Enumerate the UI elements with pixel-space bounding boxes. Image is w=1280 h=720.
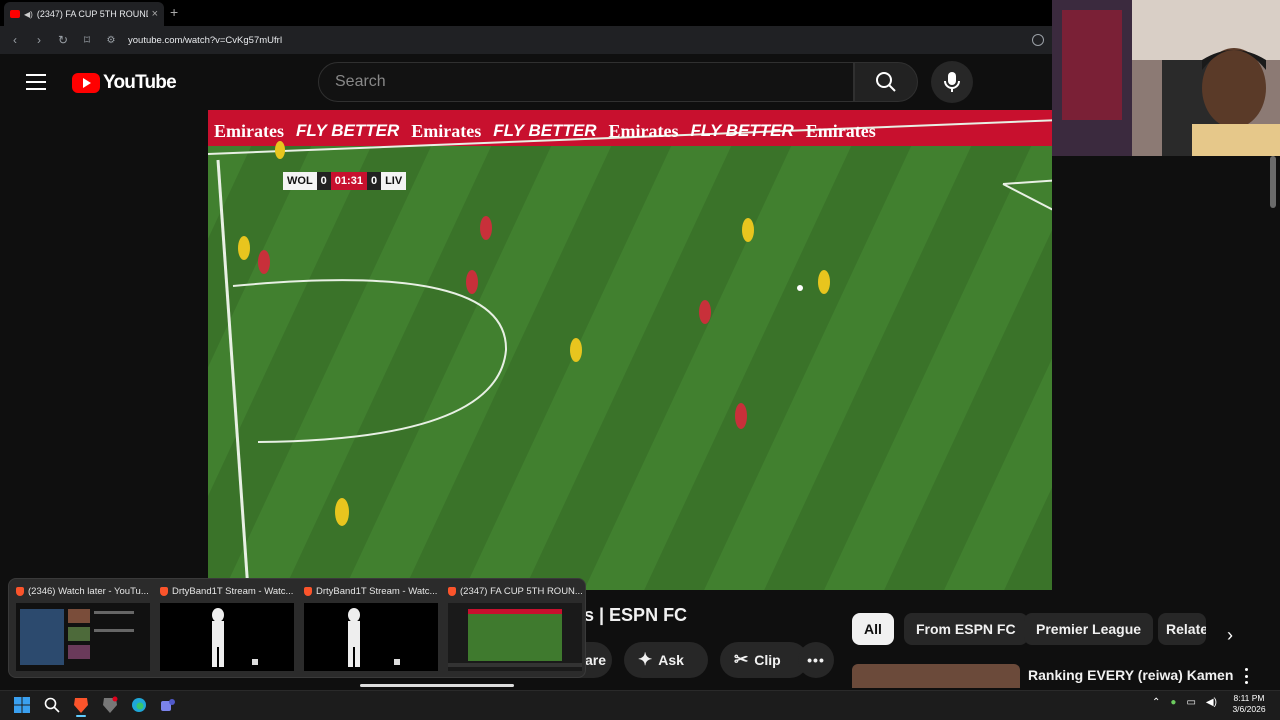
- new-tab-button[interactable]: +: [170, 4, 178, 20]
- speaker-icon: ◀): [24, 9, 33, 19]
- forward-icon[interactable]: ›: [32, 33, 46, 47]
- preview-thumbnail: [16, 603, 150, 671]
- secondary-column: [1052, 156, 1280, 590]
- hamburger-menu-icon[interactable]: [26, 74, 46, 90]
- board-ad: Emirates: [411, 120, 482, 141]
- brave-icon: [304, 586, 312, 596]
- preview-thumbnail: [160, 603, 294, 671]
- scissors-icon: ✂: [734, 650, 749, 669]
- teams-icon[interactable]: [158, 695, 178, 715]
- preview-thumbnail: [304, 603, 438, 671]
- preview-title: (2346) Watch later - YouTu...: [28, 585, 149, 597]
- taskbar-search-icon[interactable]: [42, 695, 62, 715]
- brave-beta-icon[interactable]: [100, 695, 120, 715]
- home-score: 0: [316, 172, 331, 190]
- volume-icon[interactable]: ◀): [1206, 697, 1217, 708]
- search-icon: [876, 72, 896, 92]
- clock-time: 8:11 PM: [1233, 693, 1265, 703]
- window-preview[interactable]: DrtyBand1T Stream - Watc...: [154, 584, 294, 676]
- window-preview[interactable]: DrtyBand1T Stream - Watc...: [298, 584, 438, 676]
- site-info-icon[interactable]: ⚙: [104, 35, 118, 46]
- bookmark-icon[interactable]: ⌑: [80, 33, 94, 47]
- preview-scroll-indicator: [360, 684, 514, 687]
- sparkle-icon: ✦: [638, 650, 653, 669]
- preview-title: (2347) FA CUP 5TH ROUN...: [460, 585, 582, 597]
- chevron-right-icon[interactable]: ›: [1212, 617, 1248, 653]
- search-button[interactable]: [854, 62, 918, 102]
- board-ad: FLY BETTER: [295, 121, 400, 140]
- webcam-overlay: [1052, 0, 1280, 156]
- system-tray: ⌃ ● ▭ ◀): [1152, 697, 1217, 708]
- search-input[interactable]: Search: [318, 62, 854, 102]
- address-bar: ‹ › ↻ ⌑ ⚙ youtube.com/watch?v=CvKg57mUfr…: [0, 26, 1052, 54]
- clock-date: 3/6/2026: [1232, 704, 1266, 714]
- board-ad: FLY BETTER: [690, 121, 794, 140]
- recommendation-title[interactable]: Ranking EVERY (reiwa) Kamen: [1028, 667, 1233, 683]
- chip-related[interactable]: Relate: [1158, 613, 1206, 645]
- network-icon[interactable]: ▭: [1186, 697, 1195, 708]
- preview-thumbnail: [448, 603, 582, 671]
- zoom-icon[interactable]: [1032, 34, 1044, 46]
- ball: [797, 285, 803, 291]
- brave-icon: [160, 586, 168, 596]
- away-team: LIV: [381, 172, 407, 190]
- board-ad: Emirates: [805, 120, 876, 141]
- window-preview[interactable]: (2347) FA CUP 5TH ROUN...: [442, 584, 582, 676]
- voice-search-button[interactable]: [931, 61, 973, 103]
- brave-browser-icon[interactable]: [71, 695, 91, 715]
- taskbar: [0, 690, 1280, 720]
- clip-button[interactable]: ✂ Clip: [720, 642, 808, 678]
- chip-from-espn-fc[interactable]: From ESPN FC: [904, 613, 1028, 645]
- kebab-menu-icon[interactable]: [1240, 666, 1252, 686]
- microphone-tray-icon[interactable]: ●: [1170, 697, 1176, 708]
- window-preview[interactable]: (2346) Watch later - YouTu...: [10, 584, 150, 676]
- tab-close-icon[interactable]: ×: [152, 8, 158, 20]
- reload-icon[interactable]: ↻: [56, 33, 70, 47]
- system-clock[interactable]: 8:11 PM 3/6/2026: [1224, 693, 1274, 715]
- board-ad: Emirates: [608, 120, 679, 141]
- microphone-icon: [944, 72, 960, 92]
- home-team: WOL: [283, 172, 317, 190]
- tab-title: (2347) FA CUP 5TH ROUND: [36, 9, 148, 19]
- brave-icon: [448, 586, 456, 596]
- board-ad: Emirates: [214, 120, 284, 141]
- more-actions-button[interactable]: •••: [798, 642, 834, 678]
- windows-start-icon[interactable]: [12, 695, 32, 715]
- board-ads: Emirates FLY BETTER Emirates FLY BETTER …: [214, 116, 1054, 146]
- scorebug: WOL 0 01:31 0 LIV: [283, 172, 407, 190]
- preview-title: DrtyBand1T Stream - Watc...: [316, 585, 438, 597]
- logo-text: YouTube: [103, 72, 177, 93]
- webcam-feed: [1052, 0, 1280, 156]
- board-ad: FLY BETTER: [493, 121, 597, 140]
- more-icon: •••: [807, 652, 825, 668]
- share-label: are: [584, 652, 606, 668]
- chevron-up-icon[interactable]: ⌃: [1152, 697, 1160, 708]
- youtube-play-icon: [72, 73, 100, 93]
- ask-label: Ask: [658, 652, 684, 668]
- edge-browser-icon[interactable]: [129, 695, 149, 715]
- chip-premier-league[interactable]: Premier League: [1024, 613, 1154, 645]
- youtube-logo[interactable]: YouTube: [72, 72, 177, 94]
- url-field[interactable]: youtube.com/watch?v=CvKg57mUfrI: [128, 35, 1022, 46]
- page-scrollbar[interactable]: [1270, 156, 1276, 208]
- browser-tab[interactable]: ◀) (2347) FA CUP 5TH ROUND ×: [4, 2, 164, 26]
- preview-title: DrtyBand1T Stream - Watc...: [172, 585, 294, 597]
- recommendation-thumbnail[interactable]: [852, 664, 1020, 688]
- match-clock: 01:31: [330, 172, 367, 190]
- clip-label: Clip: [754, 652, 781, 668]
- back-icon[interactable]: ‹: [8, 33, 22, 47]
- youtube-favicon-icon: [10, 10, 20, 18]
- ask-button[interactable]: ✦ Ask: [624, 642, 708, 678]
- active-app-indicator: [76, 715, 86, 717]
- video-title: s | ESPN FC: [584, 605, 688, 625]
- chip-all[interactable]: All: [852, 613, 894, 645]
- brave-icon: [16, 586, 24, 596]
- away-score: 0: [366, 172, 382, 190]
